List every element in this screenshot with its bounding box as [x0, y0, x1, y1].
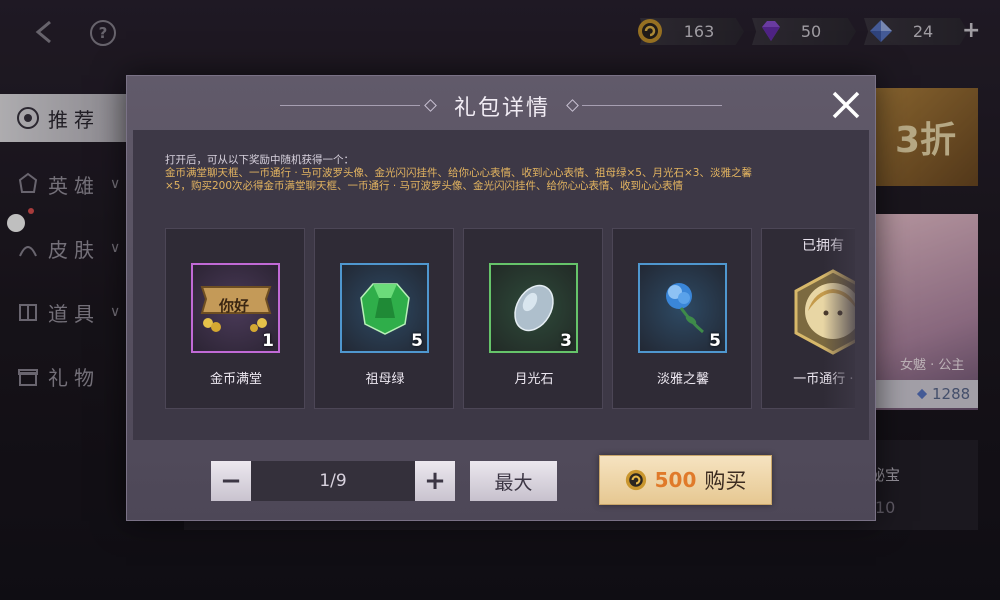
- max-quantity-button[interactable]: 最大: [470, 461, 557, 501]
- buy-price: 500: [654, 468, 697, 492]
- reward-item-name: 祖母绿: [365, 372, 405, 387]
- close-button[interactable]: [831, 90, 861, 120]
- gift-pack-details-modal: 礼包详情 打开后，可从以下奖励中随机获得一个： 金币满堂聊天框、一币通行 · 马…: [126, 75, 876, 521]
- reward-item-count: 5: [411, 331, 423, 351]
- gold-coin-icon: [625, 469, 646, 491]
- modal-title: 礼包详情: [453, 96, 550, 121]
- quantity-increase-button[interactable]: +: [415, 461, 455, 501]
- quantity-value: 1/9: [251, 461, 415, 501]
- buy-label: 购买: [704, 469, 747, 493]
- reward-item-count: 5: [709, 331, 721, 351]
- moonstone-icon: [513, 284, 554, 332]
- title-decoration-left: [279, 99, 440, 112]
- modal-content: 打开后，可从以下奖励中随机获得一个： 金币满堂聊天框、一币通行 · 马可波罗头像…: [133, 130, 869, 440]
- blue-rose-icon: [665, 283, 704, 334]
- reward-item-frame: 5: [638, 263, 727, 353]
- title-decoration-right: [564, 99, 724, 112]
- reward-item-count: 3: [560, 331, 572, 351]
- reward-item-frame: 3: [489, 263, 578, 353]
- quantity-decrease-button[interactable]: −: [211, 461, 251, 501]
- reward-item-frame: 5: [340, 263, 429, 353]
- reward-item[interactable]: 5 淡雅之馨: [612, 228, 752, 409]
- reward-item-frame: 你好 1: [191, 263, 280, 353]
- description-body: 金币满堂聊天框、一币通行 · 马可波罗头像、金光闪闪挂件、给你心心表情、收到心心…: [165, 167, 752, 192]
- modal-header: 礼包详情: [127, 90, 877, 122]
- reward-item-name: 淡雅之馨: [656, 372, 709, 387]
- description-intro: 打开后，可从以下奖励中随机获得一个：: [165, 154, 354, 166]
- close-icon: [832, 91, 860, 119]
- reward-description: 打开后，可从以下奖励中随机获得一个： 金币满堂聊天框、一币通行 · 马可波罗头像…: [165, 154, 775, 193]
- reward-item[interactable]: 3 月光石: [463, 228, 603, 409]
- list-fade: [823, 228, 863, 411]
- buy-button[interactable]: 500 购买: [599, 455, 772, 505]
- reward-item-name: 月光石: [514, 372, 554, 387]
- reward-item-count: 1: [262, 331, 274, 351]
- reward-item-name: 金币满堂: [209, 372, 262, 387]
- reward-item[interactable]: 你好 1 金币满堂: [165, 228, 305, 409]
- reward-items-list[interactable]: 你好 1 金币满堂 5 祖母绿 3 月光石 5 淡雅之馨 一币通行: [165, 228, 855, 411]
- reward-item-badge: 你好: [219, 297, 250, 315]
- emerald-icon: [359, 283, 410, 335]
- reward-item[interactable]: 5 祖母绿: [314, 228, 454, 409]
